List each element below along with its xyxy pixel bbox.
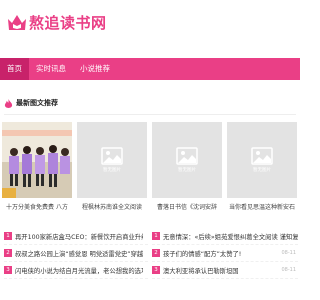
list-item[interactable]: 3 澳大利亚将承认巴勒斯坦国 08-11: [152, 262, 298, 279]
group-photo-image: [2, 122, 72, 198]
list-item[interactable]: 1 再开100家新店盒马CEO：新餐饮开启商业升级: [4, 228, 148, 245]
news-title[interactable]: 闪电侠的小说为结自月光流量，老公想我的选项娘: [15, 266, 143, 275]
rank-badge: 1: [152, 232, 160, 240]
site-logo-text: 熬追读书网: [29, 13, 107, 32]
news-title[interactable]: 叔叔之路公园上演“感觉恩 明党适雷党史”穿越: [15, 249, 143, 258]
news-title[interactable]: 无意情深：«后续»姐苑爱恨纠葛全文阅读 谨知复禅: [163, 232, 298, 241]
rank-badge: 2: [4, 249, 12, 257]
image-placeholder-icon: [251, 147, 273, 165]
main-nav: 首页 实时讯息 小说推荐: [0, 58, 300, 80]
nav-item-realtime-news[interactable]: 实时讯息: [29, 58, 73, 80]
image-placeholder-icon: [176, 147, 198, 165]
nav-item-home[interactable]: 首页: [0, 58, 29, 80]
news-date: 08-11: [281, 250, 296, 256]
site-logo[interactable]: 熬追读书网: [6, 11, 107, 33]
news-title[interactable]: 孩子们的情感“配方”太赞了!: [163, 249, 273, 258]
card-caption[interactable]: 当你看见思温这种新安石: [227, 202, 297, 211]
image-placeholder[interactable]: 暂无图片: [77, 122, 147, 198]
rank-badge: 3: [4, 266, 12, 274]
placeholder-label: 暂无图片: [103, 168, 121, 173]
nav-item-novel-recommend[interactable]: 小说推荐: [73, 58, 117, 80]
image-card[interactable]: 十万分美食免费费 八方: [2, 122, 72, 212]
card-caption[interactable]: 程枫林苏南谁全文阅读: [77, 202, 147, 211]
image-placeholder-icon: [101, 147, 123, 165]
image-card[interactable]: 暂无图片 当你看见思温这种新安石: [227, 122, 297, 212]
image-card-grid: 十万分美食免费费 八方 暂无图片 程枫林苏南谁全文阅读 暂无图片 曹落日书信《沈…: [0, 122, 300, 217]
rank-badge: 3: [152, 266, 160, 274]
list-item[interactable]: 2 孩子们的情感“配方”太赞了! 08-11: [152, 245, 298, 262]
list-item[interactable]: 3 闪电侠的小说为结自月光流量，老公想我的选项娘: [4, 262, 148, 279]
section-title: 最新图文推荐: [16, 99, 58, 107]
section-header: 最新图文推荐: [4, 98, 58, 108]
card-caption[interactable]: 十万分美食免费费 八方: [2, 202, 72, 211]
list-item[interactable]: 1 无意情深：«后续»姐苑爱恨纠葛全文阅读 谨知复禅: [152, 228, 298, 245]
rank-badge: 2: [152, 249, 160, 257]
news-list: 1 再开100家新店盒马CEO：新餐饮开启商业升级 2 叔叔之路公园上演“感觉恩…: [4, 228, 298, 279]
image-card[interactable]: 暂无图片 程枫林苏南谁全文阅读: [77, 122, 147, 212]
news-title[interactable]: 澳大利亚将承认巴勒斯坦国: [163, 266, 273, 275]
section-divider: [4, 114, 296, 115]
flame-icon: [4, 98, 13, 108]
crown-book-icon: [8, 15, 26, 30]
site-header: 熬追读书网: [0, 0, 300, 44]
list-item[interactable]: 2 叔叔之路公园上演“感觉恩 明党适雷党史”穿越: [4, 245, 148, 262]
news-column-left: 1 再开100家新店盒马CEO：新餐饮开启商业升级 2 叔叔之路公园上演“感觉恩…: [4, 228, 148, 279]
rank-badge: 1: [4, 232, 12, 240]
image-placeholder[interactable]: 暂无图片: [152, 122, 222, 198]
card-photo[interactable]: [2, 122, 72, 198]
image-card[interactable]: 暂无图片 曹落日书信《沈词安辞: [152, 122, 222, 212]
card-caption[interactable]: 曹落日书信《沈词安辞: [152, 202, 222, 211]
news-date: 08-11: [281, 267, 296, 273]
placeholder-label: 暂无图片: [178, 168, 196, 173]
news-column-right: 1 无意情深：«后续»姐苑爱恨纠葛全文阅读 谨知复禅 2 孩子们的情感“配方”太…: [152, 228, 298, 279]
placeholder-label: 暂无图片: [253, 168, 271, 173]
news-title[interactable]: 再开100家新店盒马CEO：新餐饮开启商业升级: [15, 232, 143, 241]
image-placeholder[interactable]: 暂无图片: [227, 122, 297, 198]
